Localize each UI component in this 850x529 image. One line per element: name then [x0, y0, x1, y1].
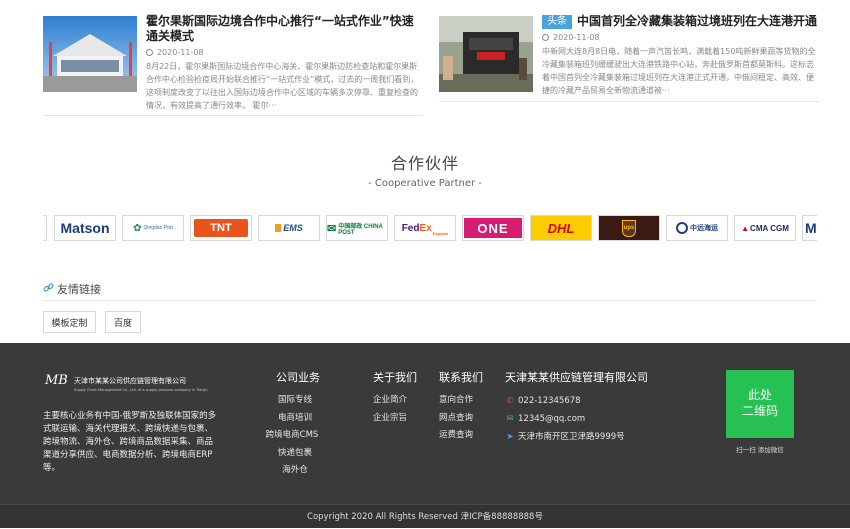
partner-logo-qingdao-port[interactable]: ✿ Qingdao Port — [122, 215, 184, 241]
mail-icon: ✉ — [506, 414, 514, 424]
clock-icon — [542, 34, 549, 41]
column-heading: 联系我们 — [439, 371, 483, 384]
copyright-bar: Copyright 2020 All Rights Reserved 津ICP备… — [0, 504, 850, 528]
partner-logo-tnt[interactable]: TNT — [190, 215, 252, 241]
footer-link[interactable]: 企业宗旨 — [373, 410, 417, 428]
partner-logo-china-post[interactable]: ✉ 中国邮政 CHINA POST — [326, 215, 388, 241]
link-icon — [43, 283, 54, 292]
partner-logo-partial[interactable] — [43, 215, 47, 241]
partner-logo-cma-cgm[interactable]: ▲ CMA CGM — [734, 215, 796, 241]
qr-code: 此处 二维码 — [726, 370, 794, 438]
contact-phone: ✆ 022-12345678 — [505, 392, 648, 410]
section-subtitle: - Cooperative Partner - — [368, 178, 482, 189]
section-title: 友情链接 — [57, 283, 101, 296]
footer-link[interactable]: 电商培训 — [270, 410, 320, 428]
footer-link[interactable]: 跨境电商CMS — [264, 427, 320, 445]
footer-column-about: 关于我们 企业简介 企业宗旨 — [373, 369, 417, 427]
footer-link[interactable]: 运费查询 — [439, 427, 483, 445]
footer-link[interactable]: 海外仓 — [270, 462, 320, 480]
footer-link[interactable]: 企业简介 — [373, 392, 417, 410]
partners-header: 合作伙伴 - Cooperative Partner - — [0, 150, 850, 189]
footer-column-contact: 联系我们 意向合作 网点查询 运费查询 — [439, 369, 483, 445]
news-thumbnail[interactable] — [43, 16, 137, 92]
section-title: 合作伙伴 — [390, 154, 459, 173]
footer-link[interactable]: 意向合作 — [439, 392, 483, 410]
partner-logo-matson[interactable]: Matson — [54, 215, 116, 241]
partner-logo-carousel[interactable]: Matson ✿ Qingdao Port TNT EMS ✉ 中国邮政 CHINA… — [43, 215, 817, 241]
contact-address: ➤ 天津市南开区卫津路9999号 — [505, 428, 648, 446]
friend-link[interactable]: 百度 — [105, 311, 141, 333]
partner-logo-ems[interactable]: EMS — [258, 215, 320, 241]
news-item[interactable]: 头条 中国首列全冷藏集装箱过境班列在大连港开通 2020-11-08 中新网大连8… — [439, 14, 819, 102]
column-heading: 公司业务 — [276, 371, 320, 384]
news-title[interactable]: 头条 中国首列全冷藏集装箱过境班列在大连港开通 — [542, 14, 819, 29]
news-summary: 中新网大连8月8日电，随着一声汽笛长鸣，满载着150吨新鲜果蔬等货物的全冷藏集装… — [542, 47, 816, 95]
contact-email: ✉ 12345@qq.com — [505, 410, 648, 428]
location-icon: ➤ — [506, 432, 514, 442]
column-heading: 关于我们 — [373, 371, 417, 384]
clock-icon — [146, 49, 153, 56]
footer-link[interactable]: 快递包裹 — [270, 445, 320, 463]
partner-logo-cosco[interactable]: 中远海运 — [666, 215, 728, 241]
friend-links-header: 友情链接 — [43, 280, 817, 301]
qr-caption: 扫一扫 添加微信 — [736, 446, 784, 454]
copyright-text: Copyright 2020 All Rights Reserved 津ICP备… — [307, 512, 543, 522]
footer-link[interactable]: 国际专线 — [270, 392, 320, 410]
news-title[interactable]: 霍尔果斯国际边境合作中心推行“一站式作业”快速通关模式 — [146, 14, 423, 44]
phone-icon: ✆ — [506, 396, 514, 406]
news-date: 2020-11-08 — [542, 32, 819, 44]
site-footer: MB 天津市某某公司供应链管理有限公司 Supply Chain Managem… — [0, 343, 850, 528]
company-description: 主要核心业务有中国-俄罗斯及独联体国家的多式联运输、海关代理报关、跨境快递与包裹… — [43, 411, 217, 473]
friend-link[interactable]: 模板定制 — [43, 311, 96, 333]
news-section: 霍尔果斯国际边境合作中心推行“一站式作业”快速通关模式 2020-11-08 8… — [0, 0, 850, 140]
headline-tag: 头条 — [542, 15, 572, 29]
news-date: 2020-11-08 — [146, 47, 423, 59]
footer-link[interactable]: 网点查询 — [439, 410, 483, 428]
partner-logo-ups[interactable]: ups — [598, 215, 660, 241]
company-name: 天津某某供应链管理有限公司 — [505, 371, 648, 384]
partner-logo-partial[interactable]: M — [802, 215, 817, 241]
partner-logo-fedex[interactable]: Fed Ex Express — [394, 215, 456, 241]
partner-logo-dhl[interactable]: DHL — [530, 215, 592, 241]
contact-info: 天津某某供应链管理有限公司 ✆ 022-12345678 ✉ 12345@qq.co… — [505, 369, 648, 446]
news-thumbnail[interactable] — [439, 16, 533, 92]
news-summary: 8月22日，霍尔果斯国际边境合作中心海关、霍尔果斯边防检查站和霍尔果斯合作中心检… — [146, 62, 419, 110]
partner-logo-one[interactable]: ONE — [462, 215, 524, 241]
footer-column-business: 公司业务 国际专线 电商培训 跨境电商CMS 快递包裹 海外仓 — [266, 369, 320, 480]
news-item[interactable]: 霍尔果斯国际边境合作中心推行“一站式作业”快速通关模式 2020-11-08 8… — [43, 14, 423, 116]
